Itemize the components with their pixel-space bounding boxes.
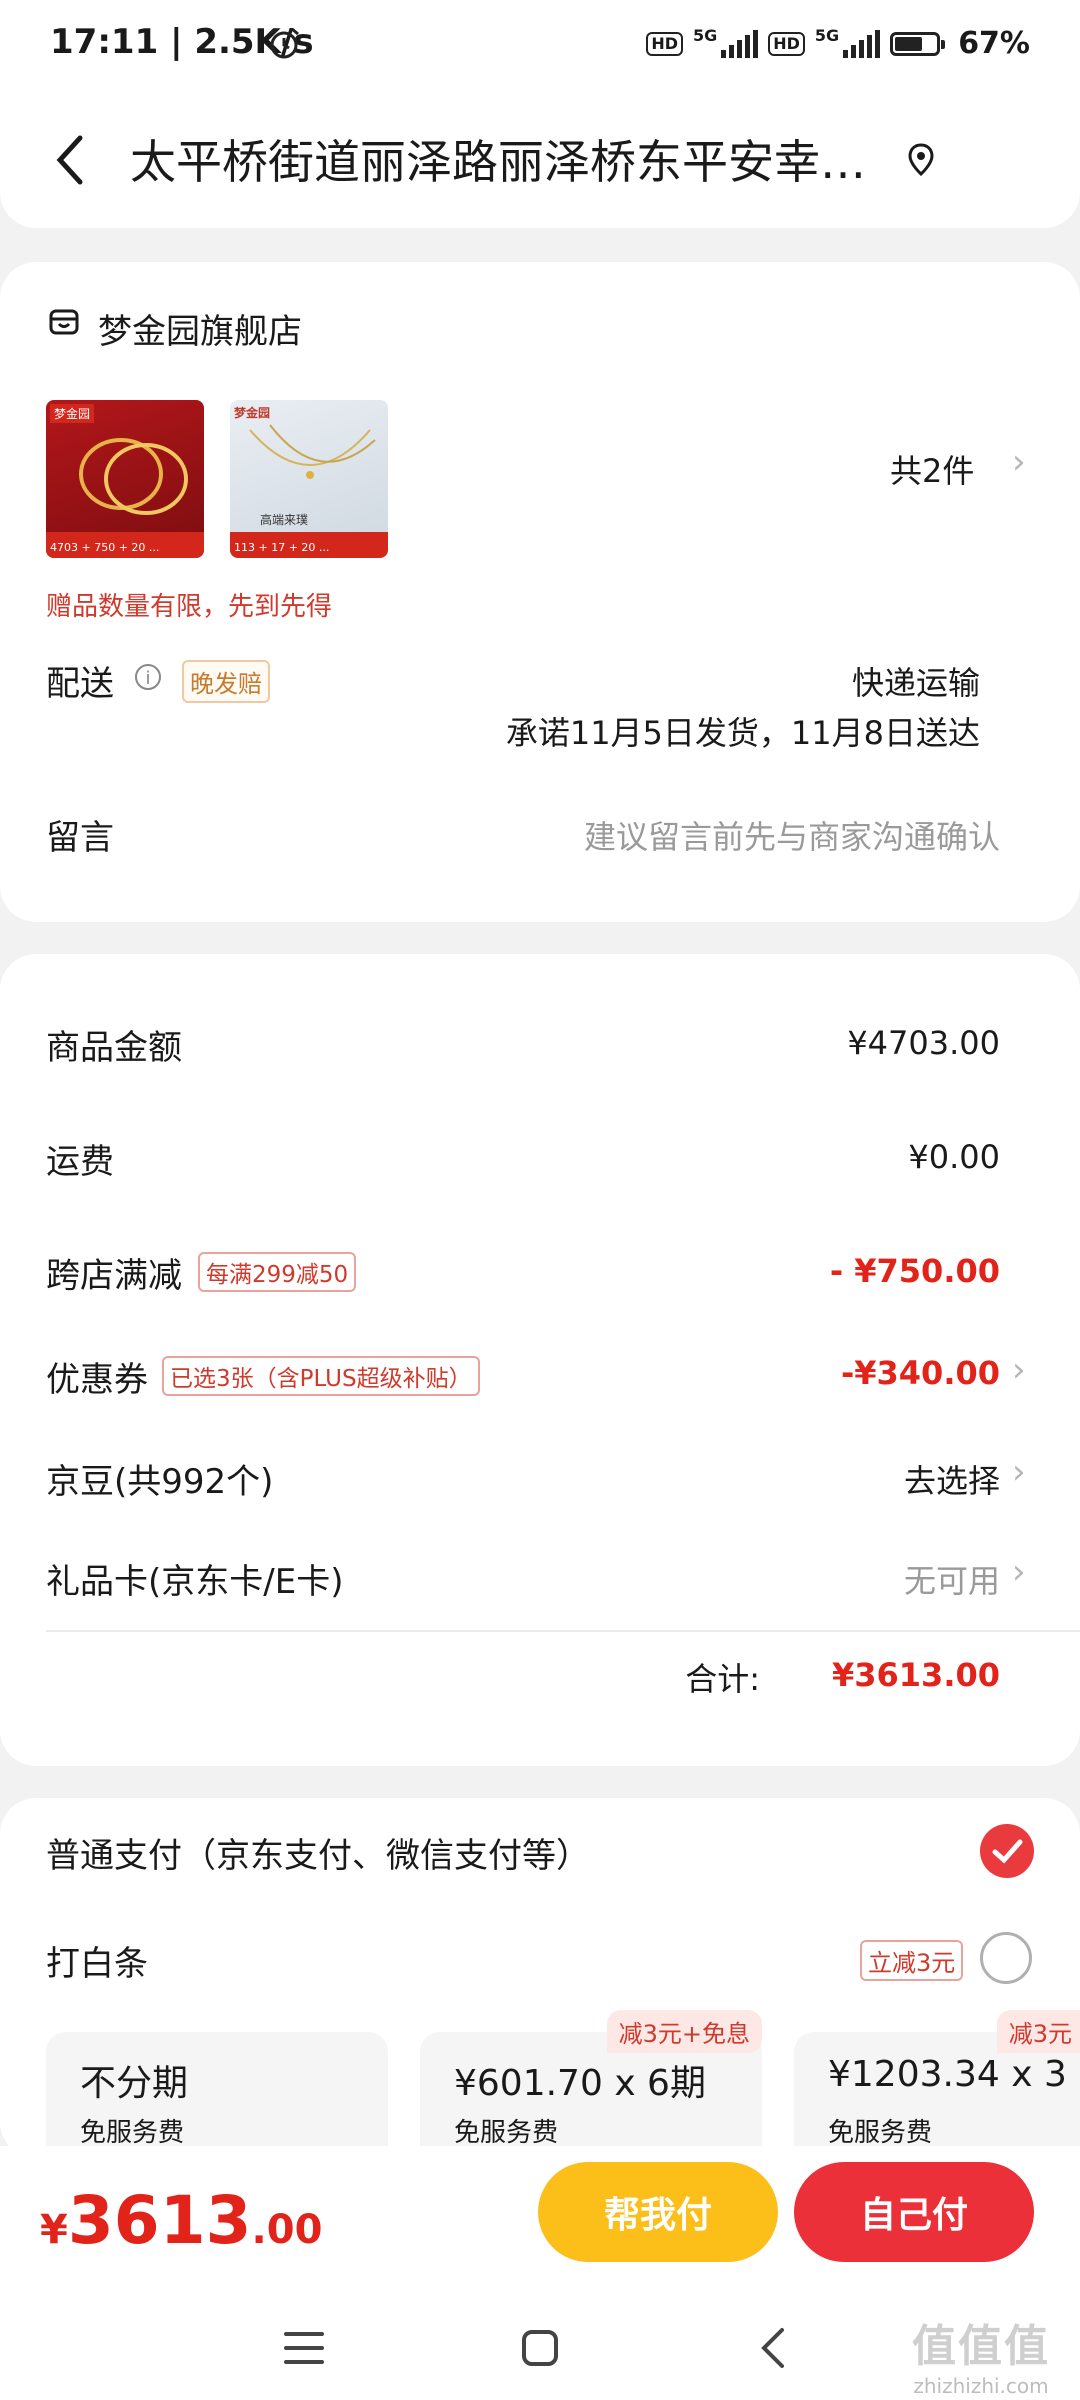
gift-card-chevron-icon[interactable]: › [1012, 1552, 1026, 1592]
gift-card-value[interactable]: 无可用 [904, 1556, 1000, 1602]
late-compensation-tag: 晚发赔 [182, 660, 270, 703]
message-input[interactable]: 建议留言前先与商家沟通确认 [584, 812, 1000, 858]
cross-store-discount-tag: 每满299减50 [198, 1252, 357, 1292]
thumb1-brand: 梦金园 [50, 404, 95, 423]
jd-bean-value[interactable]: 去选择 [904, 1456, 1000, 1502]
menu-icon[interactable] [284, 2330, 324, 2366]
status-right: HD 5G HD 5G 67% [646, 26, 1030, 61]
message-label: 留言 [46, 818, 114, 858]
divider [46, 1630, 1080, 1632]
jd-bean-label: 京豆(共992个) [46, 1462, 274, 1502]
product-thumbnail-bangle[interactable]: 梦金园 4703 + 750 + 20 ... [46, 400, 204, 558]
goods-amount-value: ¥4703.00 [847, 1024, 1000, 1062]
baitiao-label[interactable]: 打白条 [46, 1936, 148, 1985]
shipping-label: 运费 [46, 1142, 114, 1182]
delivery-label: 配送 [46, 664, 114, 704]
cross-store-discount-value: - ¥750.00 [829, 1252, 1000, 1290]
alarm-clock-icon [269, 27, 299, 59]
thumb1-price: 4703 + 750 + 20 ... [50, 541, 160, 554]
back-nav-icon[interactable] [758, 2326, 788, 2370]
gift-tip: 赠品数量有限，先到先得 [46, 592, 333, 622]
location-pin-icon[interactable] [906, 142, 936, 178]
signal-icon [721, 29, 759, 58]
shipping-value: ¥0.00 [908, 1138, 1000, 1176]
check-icon [992, 1839, 1023, 1864]
thumb2-caption: 高端来璞 [260, 513, 309, 527]
shop-name[interactable]: 梦金园旗舰店 [98, 304, 302, 353]
plan-promo-tag: 减3元+免息 [606, 2010, 762, 2053]
delivery-address[interactable]: 太平桥街道丽泽路丽泽桥东平安幸… [130, 126, 900, 192]
shop-card: 梦金园旗舰店 梦金园 4703 + 750 + 20 ... 梦金园 高端来璞 … [0, 262, 1080, 922]
coupon-chevron-icon[interactable]: › [1012, 1350, 1026, 1390]
pay-myself-button[interactable]: 自己付 [794, 2162, 1034, 2262]
plan-sub: 免服务费 [454, 2118, 559, 2148]
hd-icon: HD [646, 31, 683, 56]
battery-percent: 67% [958, 26, 1030, 61]
plan-main: 不分期 [80, 2063, 189, 2104]
plan-main: ¥601.70 x 6期 [454, 2063, 706, 2104]
chevron-right-icon[interactable]: › [1012, 442, 1026, 482]
address-header: 太平桥街道丽泽路丽泽桥东平安幸… [0, 92, 1080, 228]
help-me-pay-button[interactable]: 帮我付 [538, 2162, 778, 2262]
battery-icon [890, 31, 946, 56]
bangle-image [79, 438, 188, 515]
product-thumbnail-necklace[interactable]: 梦金园 高端来璞 113 + 17 + 20 ... [230, 400, 388, 558]
status-bar: 17:11 | 2.5K/s HD 5G HD 5G 67% [0, 0, 1080, 92]
goods-amount-label: 商品金额 [46, 1028, 182, 1068]
shop-icon [49, 309, 79, 335]
normal-payment-radio[interactable] [980, 1824, 1034, 1878]
5g-icon-2: 5G [814, 26, 840, 45]
currency-symbol: ¥ [40, 2207, 68, 2253]
delivery-method[interactable]: 快递运输 [852, 658, 980, 704]
signal-icon-2 [843, 29, 881, 58]
total-value: ¥3613.00 [831, 1656, 1000, 1694]
amount-integer: 3613 [67, 2182, 252, 2259]
info-icon[interactable]: i [135, 664, 161, 690]
watermark: 值值值 zhizhizhi.com [912, 2310, 1050, 2398]
item-count[interactable]: 共2件 [890, 446, 974, 492]
coupon-label: 优惠券 [46, 1360, 148, 1400]
watermark-logo: 值值值 [912, 2321, 1050, 2372]
plan-main: ¥1203.34 x 3 [828, 2054, 1067, 2095]
baitiao-discount-tag: 立减3元 [860, 1940, 964, 1981]
thumb2-brand: 梦金园 [234, 406, 271, 420]
watermark-url: zhizhizhi.com [913, 2374, 1049, 2398]
amount-decimal: .00 [251, 2207, 323, 2253]
home-icon[interactable] [520, 2328, 560, 2368]
price-summary-card: 商品金额 ¥4703.00 运费 ¥0.00 跨店满减 每满299减50 - ¥… [0, 954, 1080, 1766]
total-label: 合计: [685, 1660, 760, 1698]
delivery-promise: 承诺11月5日发货，11月8日送达 [505, 714, 980, 752]
cross-store-discount-label: 跨店满减 [46, 1256, 182, 1296]
plan-sub: 免服务费 [80, 2118, 185, 2148]
gift-card-label: 礼品卡(京东卡/E卡) [46, 1562, 344, 1602]
jd-bean-chevron-icon[interactable]: › [1012, 1452, 1026, 1492]
bottom-total: ¥3613.00 [40, 2182, 322, 2259]
thumb2-price: 113 + 17 + 20 ... [234, 541, 330, 554]
hd-icon-2: HD [768, 31, 805, 56]
baitiao-radio[interactable] [980, 1932, 1032, 1984]
back-arrow-icon[interactable] [50, 132, 90, 188]
necklace-image [249, 424, 376, 479]
5g-icon: 5G [692, 26, 718, 45]
coupon-tag[interactable]: 已选3张（含PLUS超级补贴） [162, 1356, 480, 1396]
normal-payment-label[interactable]: 普通支付（京东支付、微信支付等） [46, 1828, 590, 1877]
plan-promo-tag: 减3元 [996, 2010, 1080, 2053]
plan-sub: 免服务费 [828, 2118, 933, 2148]
coupon-value[interactable]: -¥340.00 [841, 1354, 1000, 1392]
